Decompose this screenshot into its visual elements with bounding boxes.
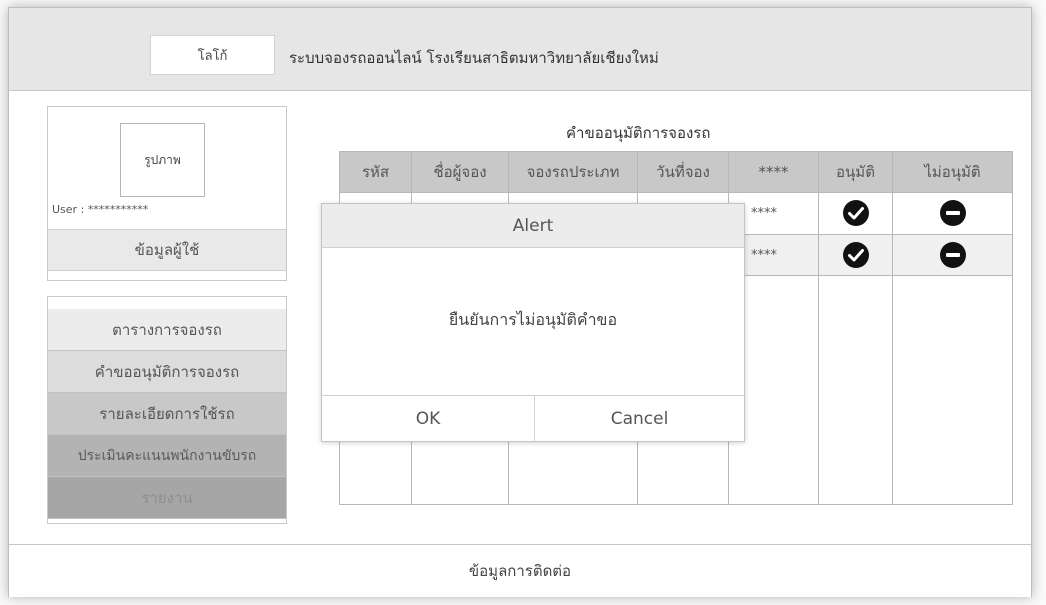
alert-button-bar: OK Cancel [322,395,744,442]
contact-footer[interactable]: ข้อมูลการติดต่อ [9,544,1031,597]
alert-dialog: Alert ยืนยันการไม่อนุมัติคำขอ OK Cancel [321,203,745,442]
table-header-row: รหัส ชื่อผู้จอง จองรถประเภท วันที่จอง **… [340,152,1012,192]
column-header-approve: อนุมัติ [836,163,875,181]
ok-button[interactable]: OK [322,396,535,442]
check-circle-icon [842,242,869,268]
profile-panel: รูปภาพ User : *********** ข้อมูลผู้ใช้ [47,106,287,281]
logo[interactable]: โลโก้ [150,35,275,75]
column-header-reject: ไม่อนุมัติ [924,163,981,181]
user-info-button[interactable]: ข้อมูลผู้ใช้ [48,229,286,271]
profile-photo: รูปภาพ [120,123,205,197]
approve-button[interactable] [819,235,892,275]
reject-button[interactable] [893,235,1012,275]
column-header-vehicle-type: จองรถประเภท [526,163,620,181]
approve-button[interactable] [819,193,892,233]
alert-title: Alert [322,204,744,248]
menu-item-report[interactable]: รายงาน [48,477,286,519]
alert-message: ยืนยันการไม่อนุมัติคำขอ [448,310,618,329]
column-header-booker: ชื่อผู้จอง [433,163,487,181]
column-header-date: วันที่จอง [656,163,710,181]
table-title: คำขออนุมัติการจองรถ [566,124,711,142]
reject-button[interactable] [893,193,1012,233]
app-frame: โลโก้ ระบบจองรถออนไลน์ โรงเรียนสาธิตมหาว… [8,7,1032,597]
column-header-masked: **** [758,163,789,181]
side-menu: ตารางการจองรถ คำขออนุมัติการจองรถ รายละเ… [47,296,287,524]
minus-circle-icon [939,200,966,226]
column-header-id: รหัส [361,163,390,181]
menu-item-approval-requests[interactable]: คำขออนุมัติการจองรถ [48,351,286,393]
check-circle-icon [842,200,869,226]
menu-item-booking-schedule[interactable]: ตารางการจองรถ [48,309,286,351]
page-title: ระบบจองรถออนไลน์ โรงเรียนสาธิตมหาวิทยาลั… [289,49,659,67]
minus-circle-icon [939,242,966,268]
menu-item-driver-evaluation[interactable]: ประเมินคะแนนพนักงานขับรถ [48,435,286,477]
cancel-button[interactable]: Cancel [535,396,744,442]
username-label: User : *********** [52,203,149,216]
header-bar: โลโก้ ระบบจองรถออนไลน์ โรงเรียนสาธิตมหาว… [9,8,1031,91]
menu-item-usage-details[interactable]: รายละเอียดการใช้รถ [48,393,286,435]
